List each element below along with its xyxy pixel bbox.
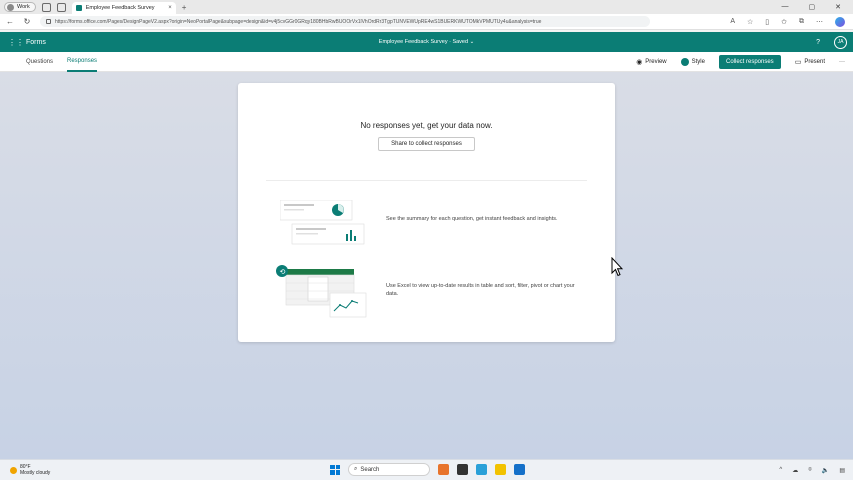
- search-icon: ⌕: [354, 466, 358, 472]
- browser-tab-active[interactable]: Employee Feedback Survey ×: [71, 2, 176, 14]
- file-explorer-icon[interactable]: [495, 464, 506, 475]
- edge-app-icon[interactable]: [476, 464, 487, 475]
- collect-responses-button[interactable]: Collect responses: [718, 54, 781, 69]
- more-options-icon[interactable]: ···: [839, 59, 845, 65]
- excel-illustration-icon: ⟲: [276, 265, 367, 318]
- collections-icon[interactable]: ⧉: [799, 18, 804, 26]
- refresh-icon[interactable]: ↻: [20, 17, 34, 26]
- favorite-star-icon[interactable]: ☆: [747, 18, 753, 26]
- style-button[interactable]: Style: [680, 57, 705, 66]
- terminal-app-icon[interactable]: [457, 464, 468, 475]
- app-launcher-icon[interactable]: ⋮⋮: [8, 38, 24, 47]
- empty-state-heading: No responses yet, get your data now.: [360, 121, 493, 130]
- onedrive-icon[interactable]: ☁: [792, 467, 798, 474]
- responses-content-area: No responses yet, get your data now. Sha…: [0, 72, 853, 459]
- network-icon[interactable]: ⌾: [808, 467, 812, 474]
- page-tabs-row: Questions Responses ◉ Preview Style Coll…: [0, 52, 853, 72]
- read-aloud-icon[interactable]: A: [730, 18, 735, 25]
- tab-responses[interactable]: Responses: [67, 52, 98, 72]
- tray-chevron-icon[interactable]: ^: [779, 467, 782, 473]
- new-tab-button[interactable]: +: [182, 3, 187, 12]
- palette-icon: [680, 57, 689, 66]
- share-to-collect-button[interactable]: Share to collect responses: [378, 137, 475, 151]
- split-screen-icon[interactable]: ▯: [765, 18, 769, 26]
- weather-widget[interactable]: 80°F Mostly cloudy: [10, 464, 50, 476]
- copilot-icon[interactable]: [835, 16, 845, 27]
- empty-responses-card: No responses yet, get your data now. Sha…: [238, 83, 615, 342]
- summary-feature-text: See the summary for each question, get i…: [386, 216, 558, 222]
- chevron-down-icon[interactable]: ⌄: [470, 39, 475, 45]
- lock-icon: [46, 19, 51, 24]
- app-name[interactable]: Forms: [26, 39, 46, 46]
- weather-icon: [10, 466, 17, 474]
- present-button[interactable]: ▭ Present: [795, 58, 825, 66]
- profile-label: Work: [17, 4, 30, 10]
- browser-tab-title: Employee Feedback Survey: [85, 5, 155, 11]
- profile-avatar-icon: [7, 3, 14, 11]
- weather-desc: Mostly cloudy: [20, 470, 51, 476]
- maximize-button[interactable]: ▢: [809, 3, 816, 11]
- summary-illustration-icon: [280, 200, 365, 245]
- tab-questions[interactable]: Questions: [26, 52, 53, 72]
- url-text: https://forms.office.com/Pages/DesignPag…: [55, 18, 542, 25]
- workspaces-icon[interactable]: [41, 2, 51, 12]
- ms-store-icon[interactable]: [514, 464, 525, 475]
- back-arrow-icon[interactable]: ←: [3, 17, 17, 26]
- document-title[interactable]: Employee Feedback Survey · Saved: [379, 39, 468, 45]
- minimize-button[interactable]: —: [782, 3, 789, 11]
- forms-favicon-icon: [75, 5, 82, 11]
- store-app-icon[interactable]: [438, 464, 449, 475]
- volume-icon[interactable]: 🔈: [822, 467, 829, 474]
- windows-taskbar: 80°F Mostly cloudy ⌕ Search ^ ☁ ⌾ 🔈 ▤: [0, 459, 853, 480]
- start-button[interactable]: [330, 464, 340, 475]
- help-icon[interactable]: ?: [816, 39, 820, 46]
- preview-label: Preview: [645, 58, 667, 65]
- divider: [266, 180, 587, 181]
- browser-tab-strip: Work Employee Feedback Survey × + — ▢ ✕: [0, 0, 853, 14]
- close-window-button[interactable]: ✕: [835, 3, 841, 11]
- user-avatar[interactable]: JA: [834, 35, 847, 49]
- forms-header: ⋮⋮ Forms Employee Feedback Survey · Save…: [0, 32, 853, 52]
- url-field[interactable]: https://forms.office.com/Pages/DesignPag…: [40, 16, 650, 27]
- tab-actions-icon[interactable]: [56, 2, 66, 12]
- excel-feature-text: Use Excel to view up-to-date results in …: [386, 283, 575, 297]
- present-label: Present: [804, 58, 825, 65]
- svg-text:⟲: ⟲: [280, 269, 286, 276]
- eye-icon: ◉: [636, 58, 643, 66]
- tab-close-icon[interactable]: ×: [168, 5, 172, 11]
- profile-button[interactable]: Work: [4, 2, 36, 12]
- address-bar-row: ← ↻ https://forms.office.com/Pages/Desig…: [0, 14, 853, 30]
- taskbar-search[interactable]: ⌕ Search: [348, 463, 430, 476]
- notification-icon[interactable]: ▤: [839, 467, 845, 474]
- preview-button[interactable]: ◉ Preview: [636, 58, 666, 66]
- favorites-icon[interactable]: ✩: [781, 18, 787, 26]
- style-label: Style: [691, 58, 705, 65]
- settings-more-icon[interactable]: ⋯: [816, 18, 823, 26]
- mouse-cursor-icon: [611, 257, 623, 277]
- search-label: Search: [360, 466, 380, 473]
- present-icon: ▭: [794, 58, 802, 66]
